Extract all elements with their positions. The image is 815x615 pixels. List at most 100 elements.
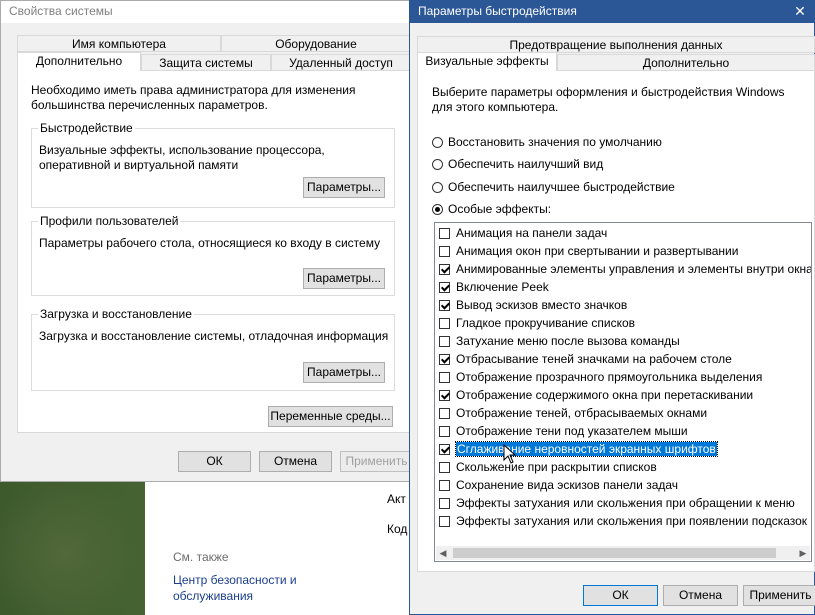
effect-item[interactable]: Отображение тени под указателем мыши: [439, 422, 688, 440]
effect-label: Отображение прозрачного прямоугольника в…: [456, 370, 763, 384]
effect-checkbox[interactable]: [439, 444, 450, 455]
effect-item[interactable]: Эффекты затухания или скольжения при обр…: [439, 494, 795, 512]
effect-item[interactable]: Включение Peek: [439, 278, 549, 296]
radio-best-appearance[interactable]: Обеспечить наилучший вид: [432, 156, 603, 172]
radio-circle: [432, 182, 443, 193]
product-code-fragment: Код: [387, 522, 408, 536]
effect-item[interactable]: Отбрасывание теней значками на рабочем с…: [439, 350, 732, 368]
effect-checkbox[interactable]: [439, 480, 450, 491]
effect-checkbox[interactable]: [439, 246, 450, 257]
environment-variables-button[interactable]: Переменные среды...: [268, 406, 393, 427]
effect-checkbox[interactable]: [439, 264, 450, 275]
effect-item[interactable]: Анимация на панели задач: [439, 224, 607, 242]
effect-item[interactable]: Сглаживание неровностей экранных шрифтов: [439, 440, 718, 458]
effect-checkbox[interactable]: [439, 282, 450, 293]
effect-label: Анимация окон при свертывании и разверты…: [456, 244, 739, 258]
visual-effects-intro: Выберите параметры оформления и быстроде…: [432, 85, 785, 114]
radio-best-performance[interactable]: Обеспечить наилучшее быстродействие: [432, 179, 675, 195]
perf-ok-button[interactable]: ОК: [583, 585, 658, 606]
window-title: Параметры быстродействия: [418, 4, 577, 18]
effect-item[interactable]: Анимированные элементы управления и элем…: [439, 260, 812, 278]
perf-cancel-button[interactable]: Отмена: [663, 585, 738, 606]
performance-label: Быстродействие: [38, 121, 135, 135]
radio-custom[interactable]: Особые эффекты:: [432, 201, 551, 217]
radio-circle: [432, 159, 443, 170]
radio-default[interactable]: Восстановить значения по умолчанию: [432, 134, 662, 150]
effect-label: Отображение содержимого окна при перетас…: [456, 388, 754, 402]
perf-apply-button[interactable]: Применить: [743, 585, 815, 606]
effect-checkbox[interactable]: [439, 336, 450, 347]
effect-checkbox[interactable]: [439, 426, 450, 437]
see-also-label: См. также: [173, 550, 229, 564]
sys-ok-button[interactable]: ОК: [178, 451, 251, 472]
scroll-left-icon[interactable]: ◀: [436, 546, 450, 560]
tab-computer-name[interactable]: Имя компьютера: [17, 35, 221, 52]
tab-visual-effects[interactable]: Визуальные эффекты: [417, 52, 557, 71]
horizontal-scrollbar[interactable]: ◀ ▶: [436, 546, 810, 560]
effect-item[interactable]: Анимация окон при свертывании и разверты…: [439, 242, 738, 260]
effect-checkbox[interactable]: [439, 498, 450, 509]
effect-item[interactable]: Отображение прозрачного прямоугольника в…: [439, 368, 762, 386]
effect-label: Сглаживание неровностей экранных шрифтов: [455, 441, 718, 457]
scroll-thumb[interactable]: [453, 548, 776, 558]
effect-label: Отображение тени под указателем мыши: [456, 424, 688, 438]
effect-label: Затухание меню после вызова команды: [456, 334, 680, 348]
tab-remote-access[interactable]: Удаленный доступ: [271, 54, 411, 71]
performance-options-titlebar[interactable]: Параметры быстродействия ✕: [410, 1, 814, 23]
performance-text: Визуальные эффекты, использование процес…: [39, 143, 325, 172]
effect-checkbox[interactable]: [439, 462, 450, 473]
performance-options-window: Параметры быстродействия ✕ Предотвращени…: [409, 0, 815, 615]
scroll-right-icon[interactable]: ▶: [796, 546, 810, 560]
security-center-link[interactable]: Центр безопасности и обслуживания: [173, 572, 373, 604]
tab-perf-advanced[interactable]: Дополнительно: [557, 54, 815, 71]
radio-label: Обеспечить наилучший вид: [448, 157, 604, 171]
startup-recovery-settings-button[interactable]: Параметры...: [303, 362, 385, 383]
effect-checkbox[interactable]: [439, 318, 450, 329]
visual-effects-panel: Выберите параметры оформления и быстроде…: [417, 70, 815, 572]
system-properties-titlebar[interactable]: Свойства системы: [1, 1, 417, 23]
startup-recovery-text: Загрузка и восстановление системы, отлад…: [39, 329, 389, 343]
effect-item[interactable]: Скольжение при раскрытии списков: [439, 458, 657, 476]
tab-hardware[interactable]: Оборудование: [221, 35, 411, 52]
radio-label: Восстановить значения по умолчанию: [448, 135, 662, 149]
effect-label: Отбрасывание теней значками на рабочем с…: [456, 352, 732, 366]
effect-item[interactable]: Эффекты затухания или скольжения при поя…: [439, 512, 807, 530]
effect-checkbox[interactable]: [439, 390, 450, 401]
window-title: Свойства системы: [9, 4, 113, 18]
startup-recovery-label: Загрузка и восстановление: [38, 307, 194, 321]
effect-item[interactable]: Сохранение вида эскизов панели задач: [439, 476, 678, 494]
effect-item[interactable]: Затухание меню после вызова команды: [439, 332, 680, 350]
effect-checkbox[interactable]: [439, 516, 450, 527]
sys-cancel-button[interactable]: Отмена: [259, 451, 332, 472]
effect-item[interactable]: Отображение теней, отбрасываемых окнами: [439, 404, 707, 422]
tab-system-protection[interactable]: Защита системы: [141, 54, 271, 71]
effect-label: Эффекты затухания или скольжения при поя…: [456, 514, 808, 528]
sys-apply-button[interactable]: Применить: [340, 451, 413, 472]
effect-label: Включение Peek: [456, 280, 549, 294]
system-properties-window: Свойства системы Имя компьютера Оборудов…: [0, 0, 418, 482]
effect-checkbox[interactable]: [439, 372, 450, 383]
activation-fragment: Акт: [387, 492, 406, 506]
performance-settings-button[interactable]: Параметры...: [303, 177, 385, 198]
effect-label: Гладкое прокручивание списков: [456, 316, 636, 330]
effect-checkbox[interactable]: [439, 228, 450, 239]
user-profiles-group: Профили пользователей Параметры рабочего…: [31, 214, 395, 296]
close-icon[interactable]: ✕: [786, 1, 814, 23]
user-profiles-text: Параметры рабочего стола, относящиеся ко…: [39, 236, 381, 250]
advanced-tab-panel: Необходимо иметь права администратора дл…: [17, 70, 411, 433]
effect-item[interactable]: Вывод эскизов вместо значков: [439, 296, 627, 314]
tab-dep[interactable]: Предотвращение выполнения данных: [417, 36, 815, 53]
effect-label: Анимированные элементы управления и элем…: [456, 262, 812, 276]
user-profiles-label: Профили пользователей: [38, 214, 181, 228]
effects-list[interactable]: Анимация на панели задач Анимация окон пр…: [434, 222, 812, 562]
effect-label: Отображение теней, отбрасываемых окнами: [456, 406, 708, 420]
user-profiles-settings-button[interactable]: Параметры...: [303, 268, 385, 289]
effect-checkbox[interactable]: [439, 354, 450, 365]
effect-item[interactable]: Отображение содержимого окна при перетас…: [439, 386, 753, 404]
tab-advanced[interactable]: Дополнительно: [17, 52, 141, 71]
effect-item[interactable]: Гладкое прокручивание списков: [439, 314, 635, 332]
effect-label: Вывод эскизов вместо значков: [456, 298, 628, 312]
effect-label: Сохранение вида эскизов панели задач: [456, 478, 679, 492]
effect-checkbox[interactable]: [439, 300, 450, 311]
effect-checkbox[interactable]: [439, 408, 450, 419]
